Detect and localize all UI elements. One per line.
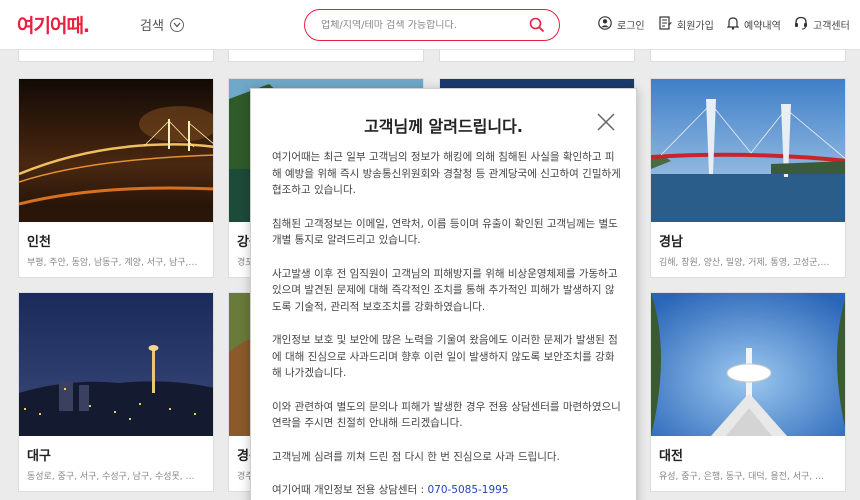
card-subtitle: 김해, 창원, 양산, 밀양, 거제, 통영, 고성군, 진주: [659, 258, 831, 268]
modal-title: 고객님께 알려드립니다.: [364, 117, 523, 136]
support-label: 고객센터: [813, 21, 850, 32]
card-strip: [18, 50, 214, 62]
notice-paragraph: 침해된 고객정보는 이메일, 연락처, 이름 등이며 유출이 확인된 고객님께는…: [272, 217, 618, 247]
region-card-daejeon[interactable]: 대전 유성, 중구, 은행, 동구, 대덕, 용전, 서구, 둔산,…: [650, 292, 846, 492]
document-icon: [659, 16, 672, 33]
reservations-link[interactable]: 예약내역: [726, 16, 781, 33]
close-icon[interactable]: [595, 111, 617, 133]
contact-phone-link[interactable]: 070-5085-1995: [427, 484, 508, 496]
signup-label: 회원가입: [677, 21, 714, 32]
card-title: 대구: [27, 449, 51, 464]
daegu-tower-image: [19, 293, 213, 436]
login-label: 로그인: [617, 21, 645, 32]
modal-body: 여기어때는 최근 일부 고객님의 정보가 해킹에 의해 침해된 사실을 확인하고…: [272, 149, 622, 499]
bell-icon: [726, 16, 740, 33]
search-icon[interactable]: [527, 15, 547, 35]
headset-icon: [794, 16, 808, 33]
notice-paragraph: 여기어때는 최근 일부 고객님의 정보가 해킹에 의해 침해된 사실을 확인하고…: [272, 151, 621, 196]
card-subtitle: 유성, 중구, 은행, 동구, 대덕, 용전, 서구, 둔산,…: [659, 472, 831, 482]
notice-paragraph: 이와 관련하여 별도의 문의나 피해가 발생한 경우 전용 상담센터를 마련하였…: [272, 400, 621, 430]
chevron-down-icon: [169, 17, 184, 32]
card-title: 대전: [659, 449, 683, 464]
site-logo[interactable]: 여기어때.: [17, 11, 90, 38]
search-toggle-button[interactable]: 검색: [140, 15, 184, 34]
reservations-label: 예약내역: [744, 21, 781, 32]
contact-label: 여기어때 개인정보 전용 상담센터 :: [272, 484, 428, 496]
incheon-bridge-image: [19, 79, 213, 222]
signup-link[interactable]: 회원가입: [659, 16, 714, 33]
notice-paragraph: 사고발생 이후 전 임직원이 고객님의 피해방지를 위해 비상운영체제를 가동하…: [272, 267, 618, 313]
region-card-incheon[interactable]: 인천 부평, 주안, 동암, 남동구, 계양, 서구, 남구, 동구,: [18, 78, 214, 278]
login-link[interactable]: 로그인: [598, 16, 645, 33]
gyeongnam-bridge-image: [651, 79, 845, 222]
support-link[interactable]: 고객센터: [794, 16, 850, 33]
card-strip: [439, 50, 635, 62]
user-icon: [598, 16, 612, 33]
region-card-daegu[interactable]: 대구 동성로, 중구, 서구, 수성구, 남구, 수성못, 동대…: [18, 292, 214, 492]
notice-modal: 고객님께 알려드립니다. 여기어때는 최근 일부 고객님의 정보가 해킹에 의해…: [250, 88, 637, 500]
notice-paragraph: 고객님께 심려를 끼쳐 드린 점 다시 한 번 진심으로 사과 드립니다.: [272, 450, 560, 463]
card-title: 경남: [659, 235, 683, 250]
site-header: 여기어때. 검색 로그인 회원가입 예약내역 고객센터: [0, 0, 860, 50]
notice-paragraph: 개인정보 보호 및 보안에 많은 노력을 기울여 왔음에도 이러한 문제가 발생…: [272, 334, 618, 379]
search-toggle-label: 검색: [140, 19, 164, 34]
card-title: 인천: [27, 235, 51, 250]
search-bar: [304, 9, 560, 41]
region-card-gyeongnam[interactable]: 경남 김해, 창원, 양산, 밀양, 거제, 통영, 고성군, 진주: [650, 78, 846, 278]
card-subtitle: 동성로, 중구, 서구, 수성구, 남구, 수성못, 동대…: [27, 472, 199, 482]
search-input[interactable]: [321, 19, 521, 31]
card-strip: [228, 50, 424, 62]
card-subtitle: 부평, 주안, 동암, 남동구, 계양, 서구, 남구, 동구,: [27, 258, 199, 268]
daejeon-tower-image: [651, 293, 845, 436]
contact-line: 여기어때 개인정보 전용 상담센터 : 070-5085-1995: [272, 482, 622, 499]
card-strip: [650, 50, 846, 62]
